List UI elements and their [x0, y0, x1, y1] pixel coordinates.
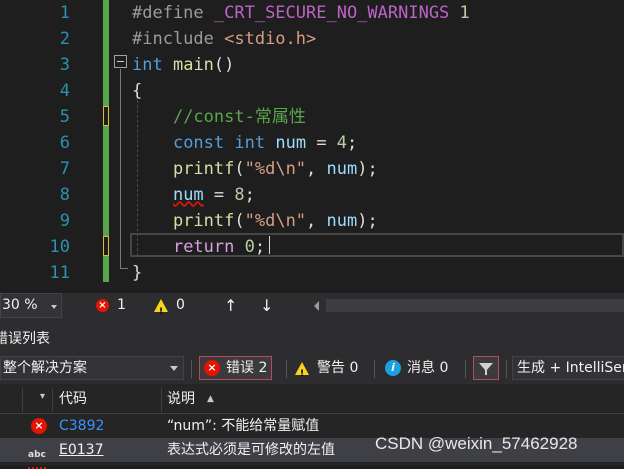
messages-filter-label: 消息 0: [407, 360, 449, 376]
code-line-2[interactable]: #include <stdio.h>: [132, 26, 316, 52]
scope-value: 整个解决方案: [3, 360, 87, 376]
line-number: 8: [59, 185, 70, 205]
toolbar-divider: [506, 360, 507, 378]
error-count: 1: [117, 297, 126, 313]
error-icon: ×: [204, 360, 220, 376]
warning-count-indicator[interactable]: 0: [154, 293, 185, 325]
next-issue-button[interactable]: ↓: [260, 293, 273, 318]
chevron-down-icon: [51, 305, 57, 309]
code-editor[interactable]: 1 2 3 4 5 6 7 8 9 10 11 #define _CRT_SEC…: [0, 0, 624, 293]
warnings-filter-label: 警告 0: [317, 360, 359, 376]
error-description: “num”: 不能给常量赋值: [167, 418, 320, 434]
line-number: 9: [59, 211, 70, 231]
line-number: 2: [59, 29, 70, 49]
code-line-5[interactable]: //const-常属性: [132, 104, 306, 130]
sort-ascending-icon: ▲: [207, 394, 214, 404]
code-line-9[interactable]: printf("%d\n", num);: [132, 208, 378, 234]
line-number: 11: [49, 263, 70, 283]
toolbar-divider: [286, 360, 287, 378]
filter-funnel-icon[interactable]: [473, 356, 499, 380]
line-number: 5: [59, 107, 70, 127]
column-header-code[interactable]: 代码: [59, 384, 87, 414]
code-line-10[interactable]: return 0;: [132, 234, 265, 260]
code-line-4[interactable]: {: [132, 78, 142, 104]
build-source-dropdown[interactable]: 生成 + IntelliSense: [512, 356, 624, 380]
fold-line-end: [120, 268, 128, 269]
column-divider: [161, 388, 162, 412]
previous-issue-button[interactable]: ↑: [224, 293, 237, 318]
arrow-up-icon: ↑: [224, 296, 238, 315]
error-icon: ×: [31, 418, 47, 434]
arrow-down-icon: ↓: [260, 296, 274, 315]
error-count-indicator[interactable]: × 1: [96, 293, 126, 318]
warning-icon: [154, 299, 168, 325]
error-code-link[interactable]: E0137: [59, 438, 103, 462]
csdn-watermark: CSDN @weixin_57462928: [375, 434, 578, 453]
info-icon: i: [385, 360, 401, 376]
horizontal-scroll-left[interactable]: [314, 293, 319, 318]
warnings-filter-button[interactable]: 警告 0: [291, 356, 362, 385]
line-number: 3: [59, 55, 70, 75]
column-divider: [52, 388, 53, 412]
code-line-11[interactable]: }: [132, 260, 142, 286]
chevron-down-icon: [170, 366, 178, 371]
code-line-6[interactable]: const int num = 4;: [132, 130, 357, 156]
build-source-value: 生成 + IntelliSense: [517, 360, 624, 376]
code-line-1[interactable]: #define _CRT_SECURE_NO_WARNINGS 1: [132, 0, 470, 26]
code-line-8[interactable]: num = 8;: [132, 182, 255, 208]
horizontal-scrollbar[interactable]: [326, 293, 624, 318]
scope-dropdown[interactable]: 整个解决方案: [0, 356, 184, 380]
code-line-3[interactable]: int main(): [132, 52, 234, 78]
line-number: 6: [59, 133, 70, 153]
messages-filter-button[interactable]: i 消息 0: [381, 356, 452, 380]
error-table-header: ▾ 代码 说明 ▲: [0, 384, 624, 414]
error-description: 表达式必须是可修改的左值: [167, 442, 335, 458]
errors-filter-label: 错误 2: [226, 360, 268, 376]
panel-title-text: 错误列表: [0, 331, 50, 347]
error-squiggle: num: [172, 185, 204, 205]
line-number: 7: [59, 159, 70, 179]
error-icon: ×: [96, 299, 109, 312]
errors-filter-button[interactable]: × 错误 2: [199, 356, 273, 380]
line-number-gutter: 1 2 3 4 5 6 7 8 9 10 11: [0, 0, 102, 293]
scroll-left-icon: [314, 300, 319, 311]
column-header-description[interactable]: 说明: [167, 384, 195, 414]
warning-count: 0: [176, 297, 185, 313]
error-code-link[interactable]: C3892: [59, 414, 104, 438]
unsaved-change-marker: [103, 106, 109, 126]
line-number: 4: [59, 81, 70, 101]
zoom-level: 30 %: [2, 297, 38, 313]
text-caret: [269, 236, 270, 254]
collapse-toggle-icon[interactable]: [114, 55, 127, 68]
editor-status-bar: 30 % × 1 0 ↑ ↓: [0, 293, 624, 325]
column-chooser-icon[interactable]: ▾: [40, 382, 45, 412]
toolbar-divider: [191, 360, 192, 378]
scrollbar-track: [326, 299, 624, 312]
line-number: 1: [59, 3, 70, 23]
error-list-toolbar: 整个解决方案 × 错误 2 警告 0 i 消息 0 生成 + IntelliSe…: [0, 354, 624, 385]
intellisense-error-icon: abc: [28, 443, 46, 469]
unsaved-change-marker: [103, 236, 109, 256]
toolbar-divider: [374, 360, 375, 378]
column-divider: [22, 388, 23, 412]
panel-title: 错误列表: [0, 318, 624, 354]
zoom-dropdown[interactable]: 30 %: [0, 293, 62, 318]
fold-line: [120, 69, 121, 269]
warning-icon: [295, 361, 309, 385]
code-line-7[interactable]: printf("%d\n", num);: [132, 156, 378, 182]
toolbar-divider: [465, 360, 466, 378]
line-number: 10: [49, 237, 70, 257]
